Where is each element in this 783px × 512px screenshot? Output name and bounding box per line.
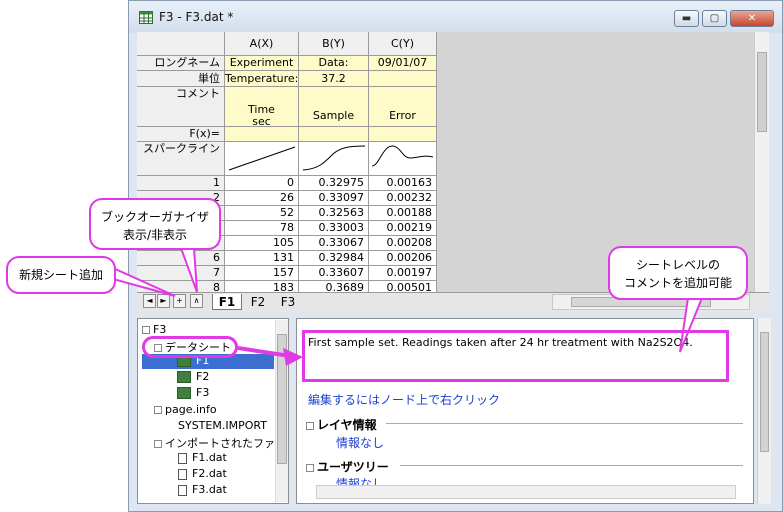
highlight-comment-box — [302, 330, 729, 382]
callout-sheet-comment: シートレベルの コメントを追加可能 — [608, 246, 748, 300]
callout-add-sheet: 新規シート追加 — [6, 256, 116, 294]
highlight-datasheets — [142, 336, 238, 358]
callout-organizer-toggle: ブックオーガナイザ 表示/非表示 — [89, 198, 221, 250]
